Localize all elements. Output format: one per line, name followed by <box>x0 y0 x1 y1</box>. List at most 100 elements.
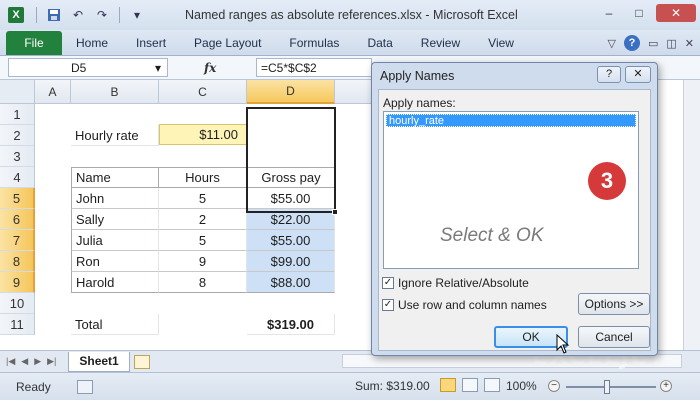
new-sheet-icon[interactable] <box>133 354 150 369</box>
table-row-gross[interactable]: $55.00 <box>247 188 335 209</box>
page-layout-view-icon[interactable] <box>462 378 478 392</box>
row-header-9[interactable]: 9 <box>0 272 35 293</box>
row-header-7[interactable]: 7 <box>0 230 35 251</box>
column-header-a[interactable]: A <box>35 80 71 104</box>
row-header-6[interactable]: 6 <box>0 209 35 230</box>
table-row-name[interactable]: Ron <box>71 251 159 272</box>
ignore-relative-checkbox-row[interactable]: ✓ Ignore Relative/Absolute <box>382 276 529 290</box>
row-header-4[interactable]: 4 <box>0 167 35 188</box>
header-name[interactable]: Name <box>71 167 159 188</box>
row-header-5[interactable]: 5 <box>0 188 35 209</box>
tab-view[interactable]: View <box>474 31 528 55</box>
row-header-11[interactable]: 11 <box>0 314 35 335</box>
use-row-col-checkbox-row[interactable]: ✓ Use row and column names <box>382 298 547 312</box>
table-row-hours[interactable]: 8 <box>159 272 247 293</box>
zoom-out-icon[interactable]: − <box>548 380 560 392</box>
header-gross-pay[interactable]: Gross pay <box>247 167 335 188</box>
restore-button[interactable]: □ <box>626 4 652 22</box>
sheet-tab-sheet1[interactable]: Sheet1 <box>68 351 130 372</box>
list-item[interactable]: hourly_rate <box>386 114 636 127</box>
ignore-relative-label: Ignore Relative/Absolute <box>398 276 529 290</box>
name-box-value: D5 <box>71 60 87 75</box>
save-icon[interactable] <box>45 6 63 24</box>
dialog-close-button[interactable]: ✕ <box>625 66 651 83</box>
close-button[interactable]: ✕ <box>656 4 696 22</box>
workbook-close-icon[interactable]: ✕ <box>685 37 694 50</box>
next-sheet-icon[interactable]: ▶ <box>34 356 41 367</box>
vertical-scrollbar[interactable] <box>683 80 700 350</box>
redo-icon[interactable]: ↷ <box>93 6 111 24</box>
column-header-d[interactable]: D <box>247 80 335 104</box>
tab-review[interactable]: Review <box>407 31 474 55</box>
hourly-rate-cell[interactable]: $11.00 <box>159 124 247 145</box>
workbook-restore-icon[interactable]: ◫ <box>666 37 676 50</box>
table-row-name[interactable]: Harold <box>71 272 159 293</box>
hourly-rate-label[interactable]: Hourly rate <box>71 125 159 146</box>
tab-file[interactable]: File <box>6 31 62 55</box>
page-break-view-icon[interactable] <box>484 378 500 392</box>
insert-function-icon[interactable]: fx <box>204 61 216 75</box>
customize-qat-icon[interactable]: ▾ <box>128 6 146 24</box>
dialog-help-button[interactable]: ? <box>597 66 621 83</box>
minimize-button[interactable]: – <box>596 4 622 22</box>
table-row-hours[interactable]: 2 <box>159 209 247 230</box>
header-hours[interactable]: Hours <box>159 167 247 188</box>
table-row-gross[interactable]: $55.00 <box>247 230 335 251</box>
fill-handle[interactable] <box>332 209 338 215</box>
separator <box>119 7 120 23</box>
formula-input[interactable]: =C5*$C$2 <box>256 58 372 77</box>
column-header-e[interactable] <box>335 80 375 104</box>
tab-data[interactable]: Data <box>353 31 406 55</box>
prev-sheet-icon[interactable]: ◀ <box>21 356 28 367</box>
zoom-level[interactable]: 100% <box>506 379 537 393</box>
workbook-minimize-icon[interactable]: ▭ <box>648 37 658 50</box>
row-header-1[interactable]: 1 <box>0 104 35 125</box>
cancel-button[interactable]: Cancel <box>578 326 650 348</box>
name-box[interactable]: D5 ▾ <box>8 58 168 77</box>
tab-home[interactable]: Home <box>62 31 122 55</box>
undo-icon[interactable]: ↶ <box>69 6 87 24</box>
options-button[interactable]: Options >> <box>578 293 650 315</box>
first-sheet-icon[interactable]: |◀ <box>6 356 15 367</box>
column-header-b[interactable]: B <box>71 80 159 104</box>
names-listbox[interactable]: hourly_rate 3 Select & OK <box>383 111 639 269</box>
normal-view-icon[interactable] <box>440 378 456 392</box>
apply-names-label: Apply names: <box>383 96 456 110</box>
table-row-name[interactable]: Sally <box>71 209 159 230</box>
row-header-10[interactable]: 10 <box>0 293 35 314</box>
row-header-3[interactable]: 3 <box>0 146 35 167</box>
row-header-8[interactable]: 8 <box>0 251 35 272</box>
select-all-corner[interactable] <box>0 80 35 104</box>
table-row-hours[interactable]: 5 <box>159 230 247 251</box>
zoom-in-icon[interactable]: + <box>660 380 672 392</box>
dialog-body: Apply names: hourly_rate 3 Select & OK ✓… <box>378 89 651 351</box>
table-row-gross[interactable]: $99.00 <box>247 251 335 272</box>
column-header-c[interactable]: C <box>159 80 247 104</box>
table-row-name[interactable]: John <box>71 188 159 209</box>
chevron-down-icon[interactable]: ▾ <box>155 61 161 75</box>
total-value[interactable]: $319.00 <box>247 314 335 335</box>
table-row-hours[interactable]: 9 <box>159 251 247 272</box>
row-header-2[interactable]: 2 <box>0 125 35 146</box>
table-row-gross[interactable]: $22.00 <box>247 209 335 230</box>
zoom-slider[interactable] <box>566 386 656 388</box>
table-row-name[interactable]: Julia <box>71 230 159 251</box>
tab-insert[interactable]: Insert <box>122 31 180 55</box>
checkbox-checked-icon[interactable]: ✓ <box>382 299 394 311</box>
checkbox-checked-icon[interactable]: ✓ <box>382 277 394 289</box>
ribbon-collapse-icon[interactable]: ▽ <box>608 37 616 50</box>
macro-record-icon[interactable] <box>76 379 93 394</box>
ribbon-controls: ▽ ? ▭ ◫ ✕ <box>608 35 694 51</box>
total-label[interactable]: Total <box>71 314 159 335</box>
table-row-hours[interactable]: 5 <box>159 188 247 209</box>
tab-formulas[interactable]: Formulas <box>275 31 353 55</box>
zoom-slider-thumb[interactable] <box>604 380 610 394</box>
help-icon[interactable]: ? <box>623 35 640 51</box>
excel-icon[interactable]: X <box>8 7 24 23</box>
separator <box>36 7 37 23</box>
apply-names-dialog: Apply Names ? ✕ Apply names: hourly_rate… <box>371 62 658 356</box>
tab-page-layout[interactable]: Page Layout <box>180 31 275 55</box>
table-row-gross[interactable]: $88.00 <box>247 272 335 293</box>
last-sheet-icon[interactable]: ▶| <box>47 356 56 367</box>
sheet-nav-arrows: |◀ ◀ ▶ ▶| <box>6 356 56 367</box>
